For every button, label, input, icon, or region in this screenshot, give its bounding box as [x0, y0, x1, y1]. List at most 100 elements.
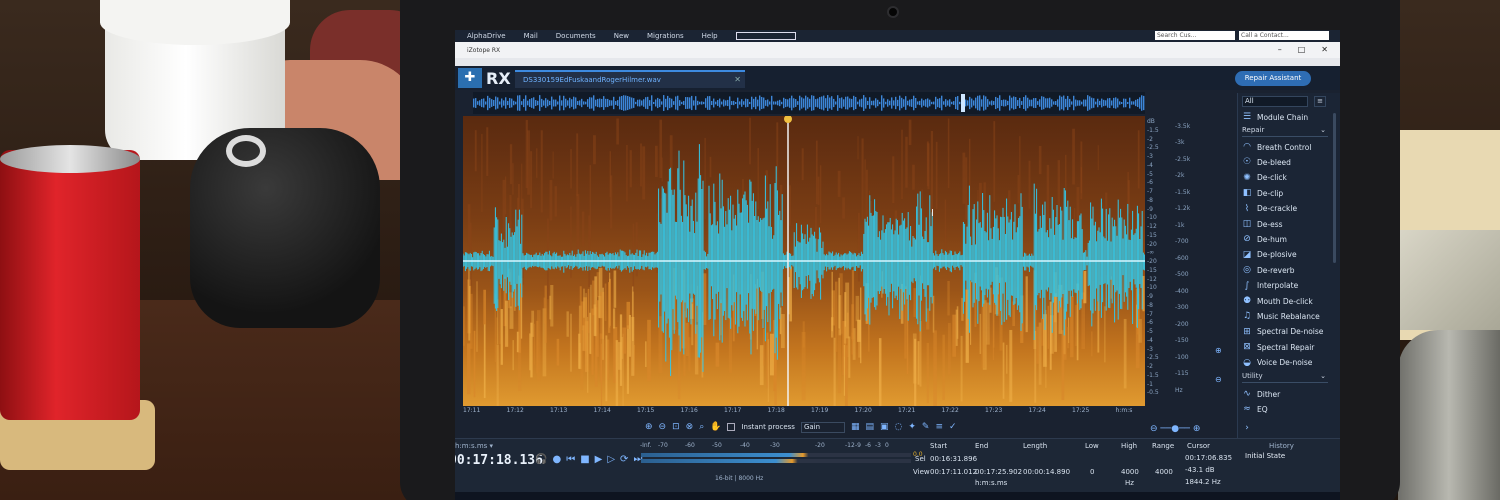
module-item-de-clip[interactable]: ◧ De-clip — [1242, 186, 1283, 200]
module-item-de-plosive[interactable]: ◪ De-plosive — [1242, 248, 1297, 262]
play-icon[interactable]: ▷ — [607, 454, 615, 465]
vertical-zoom[interactable]: ⊕ ⊖ — [1215, 346, 1222, 384]
module-filter-select[interactable]: All — [1242, 96, 1308, 107]
module-chain-item[interactable]: ☰ Module Chain — [1242, 110, 1308, 124]
repair-assistant-button[interactable]: Repair Assistant — [1235, 71, 1311, 86]
freq-select-icon[interactable]: ▤ — [865, 422, 874, 432]
time-format-select[interactable]: h:m:s.ms ▾ — [455, 442, 493, 450]
repair-section-header[interactable]: Repair ⌄ — [1242, 125, 1328, 137]
module-item-mouth-de-click[interactable]: ⚉ Mouth De-click — [1242, 294, 1313, 308]
module-item-de-hum[interactable]: ⊘ De-hum — [1242, 232, 1287, 246]
stop-icon[interactable]: ■ — [580, 454, 589, 465]
box-select-icon[interactable]: ▣ — [880, 422, 889, 432]
maximize-button[interactable]: □ — [1298, 42, 1306, 58]
instant-process-mode-select[interactable]: Gain — [800, 421, 845, 433]
zoom-in-icon[interactable]: ⊕ — [645, 422, 653, 432]
module-item-de-reverb[interactable]: ◎ De-reverb — [1242, 263, 1294, 277]
zoom-out-icon[interactable]: ⊖ — [659, 422, 667, 432]
host-menu-mail[interactable]: Mail — [524, 32, 538, 40]
overview-bar — [935, 96, 937, 110]
host-menu-new[interactable]: New — [614, 32, 629, 40]
overview-bar — [1073, 95, 1075, 111]
module-item-eq[interactable]: ≈ EQ — [1242, 402, 1268, 416]
spectrogram-view[interactable]: I — [463, 116, 1145, 406]
overview-bar — [953, 101, 955, 105]
low-value[interactable]: 0 — [1090, 468, 1094, 476]
horizontal-zoom[interactable]: ⊖ ──●── ⊕ — [1150, 424, 1200, 434]
hz-tick-label: Hz — [1175, 386, 1183, 394]
panel-menu-icon[interactable]: ≡ — [1314, 96, 1326, 107]
magnify-icon[interactable]: ⌕ — [699, 422, 704, 432]
sel-start-value[interactable]: 00:16:31.896 — [930, 455, 977, 463]
module-item-de-bleed[interactable]: ☉ De-bleed — [1242, 155, 1291, 169]
hzoom-slider-icon[interactable]: ──●── — [1160, 424, 1190, 434]
time-tick-label: 17:20 — [854, 407, 872, 414]
view-length-value[interactable]: 00:00:14.890 — [1023, 468, 1070, 476]
overview-bar — [593, 95, 595, 111]
overview-bar — [987, 99, 989, 107]
more-arrow-icon[interactable]: › — [1242, 421, 1252, 435]
zoom-selection-icon[interactable]: ⊡ — [672, 422, 680, 432]
module-icon: ◧ — [1242, 188, 1252, 199]
brush-icon[interactable]: ✎ — [922, 422, 930, 432]
hzoom-in-icon[interactable]: ⊕ — [1193, 424, 1201, 434]
minimize-button[interactable]: – — [1278, 42, 1282, 58]
module-item-de-ess[interactable]: ◫ De-ess — [1242, 217, 1283, 231]
module-item-music-rebalance[interactable]: ♫ Music Rebalance — [1242, 309, 1320, 323]
overview-bar — [1127, 101, 1129, 105]
view-end-value[interactable]: 00:17:25.902 — [975, 468, 1022, 476]
module-item-breath-control[interactable]: ◠ Breath Control — [1242, 140, 1311, 154]
range-value[interactable]: 4000 — [1155, 468, 1173, 476]
headphones-icon[interactable]: 🎧 — [535, 454, 547, 465]
record-icon[interactable]: ● — [552, 454, 561, 465]
module-label: EQ — [1257, 404, 1268, 414]
vzoom-out-icon[interactable]: ⊖ — [1215, 375, 1222, 384]
module-item-dither[interactable]: ∿ Dither — [1242, 387, 1280, 401]
metal-bucket — [1398, 330, 1500, 500]
close-button[interactable]: ✕ — [1321, 42, 1328, 58]
host-search-input[interactable]: Search Cus... — [1155, 31, 1235, 40]
host-menu-help[interactable]: Help — [702, 32, 718, 40]
time-select-icon[interactable]: ▦ — [851, 422, 860, 432]
module-item-spectral-de-noise[interactable]: ⊞ Spectral De-noise — [1242, 325, 1323, 339]
loop-icon[interactable]: ⟳ — [620, 454, 628, 465]
module-item-de-click[interactable]: ✺ De-click — [1242, 171, 1287, 185]
hzoom-out-icon[interactable]: ⊖ — [1150, 424, 1158, 434]
history-item[interactable]: Initial State — [1245, 452, 1340, 460]
hand-tool-icon[interactable]: ✋ — [710, 422, 721, 432]
module-item-de-crackle[interactable]: ⌇ De-crackle — [1242, 202, 1297, 216]
check-icon[interactable]: ✓ — [949, 422, 957, 432]
instant-process-checkbox[interactable] — [727, 423, 736, 431]
module-item-interpolate[interactable]: ∫ Interpolate — [1242, 279, 1299, 293]
module-item-voice-de-noise[interactable]: ◒ Voice De-noise — [1242, 356, 1312, 370]
spectral-streak — [857, 212, 860, 282]
overview-bar — [495, 96, 497, 110]
vzoom-in-icon[interactable]: ⊕ — [1215, 346, 1222, 355]
skip-back-icon[interactable]: ⏮ — [566, 454, 575, 465]
overview-bar — [677, 95, 679, 111]
file-tab[interactable]: DS330159EdFuskaandRogerHilmer.wav ✕ — [515, 70, 745, 88]
module-icon: ✺ — [1243, 172, 1251, 183]
overview-bar — [747, 99, 749, 107]
host-menu-alphadrive[interactable]: AlphaDrive — [467, 32, 506, 40]
levels-icon[interactable]: ≡ — [935, 422, 943, 432]
host-contact-input[interactable]: Call a Contact... — [1239, 31, 1329, 40]
lasso-icon[interactable]: ◌ — [895, 422, 903, 432]
view-start-value[interactable]: 00:17:11.012 — [930, 468, 977, 476]
module-item-spectral-repair[interactable]: ⊠ Spectral Repair — [1242, 340, 1314, 354]
wand-icon[interactable]: ✦ — [908, 422, 916, 432]
overview-waveform — [473, 95, 1145, 111]
panel-scrollbar[interactable] — [1333, 113, 1336, 263]
overview-bar — [1061, 96, 1063, 110]
host-menu-documents[interactable]: Documents — [556, 32, 596, 40]
waveform-overview[interactable] — [473, 92, 1145, 114]
zoom-fit-icon[interactable]: ⊗ — [686, 422, 694, 432]
high-value[interactable]: 4000 — [1121, 468, 1139, 476]
time-ruler[interactable]: 17:11 17:12 17:13 17:14 17:15 17:16 17:17 17:18… — [463, 406, 1145, 416]
utility-section-header[interactable]: Utility ⌄ — [1242, 371, 1328, 383]
spectral-streak — [476, 281, 478, 352]
host-menu-migrations[interactable]: Migrations — [647, 32, 684, 40]
close-icon[interactable]: ✕ — [734, 72, 741, 88]
spectral-streak — [556, 338, 560, 366]
play-selection-icon[interactable]: ▶ — [595, 454, 603, 465]
